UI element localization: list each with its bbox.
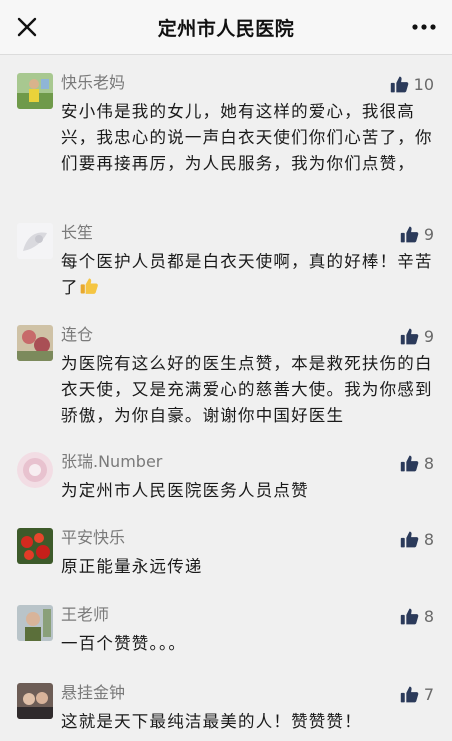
comment-nickname[interactable]: 王老师	[61, 605, 109, 625]
thumbs-up-icon	[400, 686, 419, 702]
like-button[interactable]: 9	[400, 325, 434, 347]
comment-text-body: 每个医护人员都是白衣天使啊，真的好棒！辛苦了	[61, 252, 433, 297]
thumbs-up-icon	[400, 226, 419, 242]
title-bar: 定州市人民医院	[0, 0, 452, 55]
like-count: 8	[423, 529, 434, 549]
avatar[interactable]	[17, 325, 53, 361]
thumbs-up-icon	[400, 328, 419, 344]
comment-text: 这就是天下最纯洁最美的人！赞赞赞！	[61, 712, 362, 731]
comment-item: 快乐老妈 10 安小伟是我的女儿，她有这样的爱心，我很高兴，我忠心的说一声白衣天…	[0, 73, 452, 213]
thumbs-up-icon	[400, 608, 419, 624]
thumbs-up-icon	[390, 76, 408, 92]
comment-nickname[interactable]: 平安快乐	[61, 528, 125, 548]
thumbs-up-icon	[400, 531, 419, 547]
comment-item: 平安快乐 8 原正能量永远传递	[0, 528, 452, 588]
like-count: 9	[423, 224, 434, 244]
like-button[interactable]: 7	[400, 683, 434, 705]
avatar[interactable]	[17, 528, 53, 564]
page-title: 定州市人民医院	[157, 18, 295, 40]
avatar[interactable]	[17, 73, 53, 109]
comment-text: 一百个赞赞。。。	[61, 634, 187, 653]
comment-item: 连仓 9 为医院有这么好的医生点赞，本是救死扶伤的白衣天使，又是充满爱心的慈善大…	[0, 325, 452, 435]
like-count: 8	[423, 453, 434, 473]
comment-text: 为定州市人民医院医务人员点赞	[61, 481, 309, 500]
avatar[interactable]	[17, 683, 53, 719]
like-count: 8	[423, 606, 434, 626]
like-button[interactable]: 8	[400, 605, 434, 627]
comment-item: 悬挂金钟 7 这就是天下最纯洁最美的人！赞赞赞！	[0, 683, 452, 741]
comment-text: 为医院有这么好的医生点赞，本是救死扶伤的白衣天使，又是充满爱心的慈善大使。我为你…	[61, 354, 433, 425]
like-count: 7	[423, 684, 434, 704]
comment-text: 原正能量永远传递	[61, 557, 203, 576]
comment-nickname[interactable]: 连仓	[61, 325, 93, 345]
like-button[interactable]: 9	[400, 223, 434, 245]
comment-nickname[interactable]: 张瑞.Number	[61, 452, 162, 472]
comment-item: 张瑞.Number 8 为定州市人民医院医务人员点赞	[0, 452, 452, 512]
comment-item: 长笙 9 每个医护人员都是白衣天使啊，真的好棒！辛苦了	[0, 223, 452, 303]
comment-nickname[interactable]: 快乐老妈	[61, 73, 125, 93]
thumbs-up-icon	[400, 455, 419, 471]
comment-item: 王老师 8 一百个赞赞。。。	[0, 605, 452, 665]
avatar[interactable]	[17, 605, 53, 641]
more-icon[interactable]	[410, 18, 438, 36]
comment-list: 快乐老妈 10 安小伟是我的女儿，她有这样的爱心，我很高兴，我忠心的说一声白衣天…	[0, 55, 452, 741]
comment-text: 每个医护人员都是白衣天使啊，真的好棒！辛苦了	[61, 249, 436, 301]
comment-text: 安小伟是我的女儿，她有这样的爱心，我很高兴，我忠心的说一声白衣天使们你们心苦了，…	[61, 102, 433, 173]
like-count: 9	[423, 326, 434, 346]
like-button[interactable]: 8	[400, 528, 434, 550]
comment-nickname[interactable]: 悬挂金钟	[61, 683, 125, 703]
like-count: 10	[413, 74, 434, 94]
like-button[interactable]: 10	[390, 73, 434, 95]
avatar[interactable]	[17, 452, 53, 488]
avatar[interactable]	[17, 223, 53, 259]
comment-nickname[interactable]: 长笙	[61, 223, 93, 243]
like-button[interactable]: 8	[400, 452, 434, 474]
thumbs-up-emoji-icon	[80, 278, 98, 294]
